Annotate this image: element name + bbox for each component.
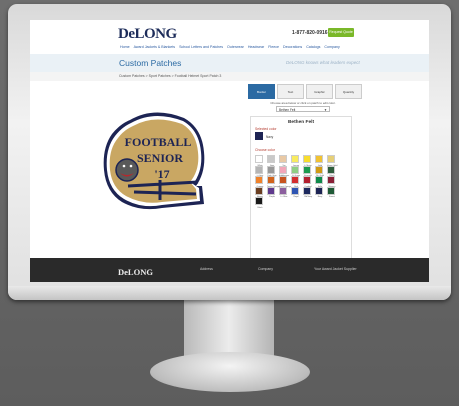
color-swatch[interactable]: Vegas Gold xyxy=(327,155,337,167)
area-select-value: Bethen Felt xyxy=(279,108,296,112)
customize-panel: Border Text Graphic Quantity Choose area… xyxy=(248,84,362,266)
nav-item[interactable]: Outerwear xyxy=(227,45,244,49)
tab-quantity[interactable]: Quantity xyxy=(335,84,362,99)
nav-item[interactable]: Award Jackets & Blankets xyxy=(134,45,175,49)
color-swatch[interactable]: Royal xyxy=(291,186,299,198)
color-swatch[interactable]: Forest xyxy=(327,186,335,198)
color-swatch[interactable]: Lt. Green xyxy=(291,165,300,177)
color-swatch[interactable]: Dk. Gold xyxy=(315,165,324,177)
color-swatch[interactable]: Old Navy xyxy=(303,186,313,198)
color-swatch[interactable]: Red xyxy=(291,176,299,188)
request-quote-button[interactable]: Request Quote xyxy=(328,28,354,37)
footer-link-company[interactable]: Company xyxy=(258,267,273,271)
color-swatch[interactable]: Emerald xyxy=(303,165,312,177)
nav-item[interactable]: School Letters and Patches xyxy=(179,45,223,49)
site-footer: DeLONG Address Company Your Award Jacket… xyxy=(30,258,429,282)
color-swatch[interactable]: Maroon xyxy=(327,176,335,188)
breadcrumb: Custom Patches > Sport Patches > Footbal… xyxy=(30,72,429,81)
nav-item[interactable]: Company xyxy=(324,45,339,49)
fabric-name: Bethen Felt xyxy=(287,120,315,125)
nav-item[interactable]: Headwear xyxy=(248,45,264,49)
bulldog-eye xyxy=(122,164,126,168)
banner-tagline: DeLONG knows what leaders expect xyxy=(286,60,360,65)
patch-year[interactable]: '17 xyxy=(154,167,169,181)
color-swatch[interactable]: Black xyxy=(255,197,263,209)
main-nav: Home Award Jackets & Blankets School Lette… xyxy=(120,45,340,49)
tab-text[interactable]: Text xyxy=(277,84,304,99)
site-logo[interactable]: DeLONG xyxy=(118,26,177,43)
color-swatch[interactable]: Navy xyxy=(315,186,323,198)
selected-color-swatch xyxy=(255,132,263,140)
color-swatch[interactable]: Tan xyxy=(279,155,287,167)
page-title: Custom Patches xyxy=(119,58,182,68)
color-swatch-grid: White Gray Tan Lemon It. MaizeGold Vegas Gold… xyxy=(255,155,337,209)
bulldog-mascot[interactable] xyxy=(115,158,139,182)
tab-graphic[interactable]: Graphic xyxy=(306,84,333,99)
color-swatch[interactable]: Lt Gray xyxy=(255,165,263,177)
page-banner: Custom Patches DeLONG knows what leaders… xyxy=(30,54,429,72)
color-swatch[interactable]: Gold xyxy=(315,155,323,167)
color-chooser: Bethen Felt Selected color Navy Choose c… xyxy=(250,116,352,266)
color-swatch[interactable]: Cardinal xyxy=(303,176,312,188)
color-swatch[interactable]: Lt. Blue xyxy=(279,186,288,198)
selected-color-name: Navy xyxy=(266,135,274,139)
footer-link-address[interactable]: Address xyxy=(200,267,213,271)
color-swatch-label: Lt. Blue xyxy=(280,196,288,198)
color-swatch[interactable]: It. Maize xyxy=(303,155,312,167)
nav-item[interactable]: Fleece xyxy=(268,45,279,49)
bulldog-eye xyxy=(129,164,133,168)
choose-color-label: Choose color xyxy=(255,148,275,152)
nav-item[interactable]: Decorations xyxy=(283,45,302,49)
color-swatch[interactable]: Brown xyxy=(255,186,263,198)
monitor-stand-base xyxy=(150,352,310,392)
patch-text-line2[interactable]: SENIOR xyxy=(137,151,183,165)
panel-tabs: Border Text Graphic Quantity xyxy=(248,84,362,99)
color-swatch-label: Forest xyxy=(329,196,335,198)
area-select[interactable]: Bethen Felt ▼ xyxy=(276,106,330,112)
color-swatch-label: Black xyxy=(257,206,263,209)
color-swatch-label: Purple xyxy=(269,196,275,198)
patch-preview[interactable]: FOOTBALL SENIOR '17 xyxy=(100,108,208,212)
breadcrumb-text[interactable]: Custom Patches > Sport Patches > Footbal… xyxy=(119,74,221,78)
color-swatch[interactable]: Burnt Orange xyxy=(279,176,291,188)
color-swatch[interactable]: Texas Orange xyxy=(267,176,279,188)
patch-text-line1[interactable]: FOOTBALL xyxy=(125,135,192,149)
selected-color-label: Selected color xyxy=(255,127,277,131)
monitor-chin xyxy=(8,286,451,300)
tab-border[interactable]: Border xyxy=(248,84,275,99)
color-swatch[interactable]: Dark Gray xyxy=(267,165,277,177)
color-swatch-label: Navy xyxy=(317,196,323,198)
color-swatch[interactable]: Bubblegum xyxy=(279,165,289,177)
area-hint: Choose area below or click on patch to e… xyxy=(270,101,336,105)
color-swatch[interactable]: Purple xyxy=(267,186,275,198)
site-header: DeLONG 1-877-820-0916 Request Quote Home… xyxy=(30,20,429,54)
color-swatch-label: Old Navy xyxy=(303,196,313,198)
nav-item[interactable]: Home xyxy=(120,45,130,49)
chevron-down-icon: ▼ xyxy=(324,108,327,112)
color-swatch[interactable]: White xyxy=(255,155,263,167)
color-swatch[interactable]: Gray xyxy=(267,155,275,167)
monitor-screen: DeLONG 1-877-820-0916 Request Quote Home… xyxy=(30,20,429,282)
footer-logo[interactable]: DeLONG xyxy=(118,267,153,277)
color-swatch[interactable]: Black xyxy=(327,165,335,177)
nav-item[interactable]: Catalogs xyxy=(306,45,320,49)
color-swatch[interactable]: Orange xyxy=(255,176,263,188)
footer-link-supplier[interactable]: Your Award Jacket Supplier xyxy=(314,267,357,271)
monitor-stand-neck xyxy=(184,300,274,360)
color-swatch[interactable]: Lemon xyxy=(291,155,299,167)
phone-number: 1-877-820-0916 xyxy=(292,30,328,36)
color-swatch-label: Royal xyxy=(293,196,299,198)
color-swatch[interactable]: Kelly xyxy=(315,176,323,188)
